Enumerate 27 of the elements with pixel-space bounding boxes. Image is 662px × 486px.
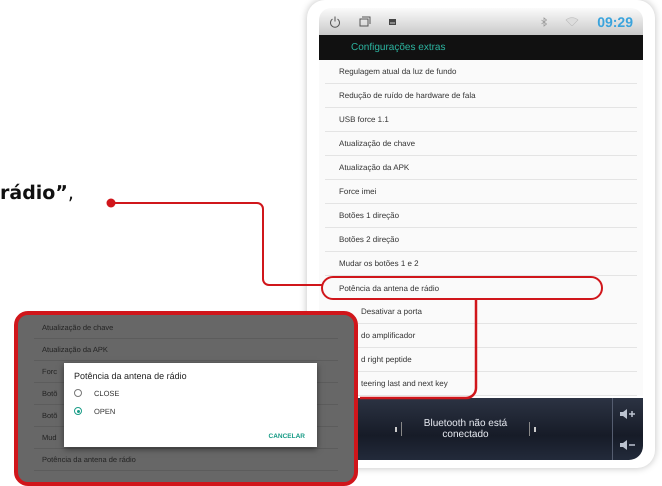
settings-item[interactable]: USB force 1.1 (325, 108, 637, 132)
clock-time: 09:29 (597, 14, 633, 30)
bluetooth-icon (541, 16, 548, 26)
settings-item[interactable]: Botões 1 direção (325, 204, 637, 228)
settings-item[interactable]: Botões 2 direção (325, 228, 637, 252)
settings-item[interactable]: Desativar a porta (355, 300, 637, 324)
recent-apps-icon[interactable] (359, 16, 371, 27)
power-icon[interactable] (329, 16, 341, 28)
volume-up-icon[interactable] (620, 408, 636, 418)
wifi-icon (565, 17, 580, 26)
image-icon[interactable] (389, 18, 396, 24)
radio-button[interactable] (74, 407, 82, 415)
settings-item[interactable]: Atualização de chave (325, 132, 637, 156)
level-marks-icon (528, 422, 536, 436)
level-marks-icon (394, 422, 402, 436)
settings-item[interactable]: Redução de ruído de hardware de fala (325, 84, 637, 108)
caption-text: rádio”, (0, 182, 74, 204)
settings-item[interactable]: Regulagem atual da luz de fundo (325, 60, 637, 84)
settings-item[interactable]: Mudar os botões 1 e 2 (325, 252, 637, 276)
dialog-title: Potência da antena de rádio (74, 371, 188, 381)
settings-item[interactable]: Atualização da APK (325, 156, 637, 180)
radio-button[interactable] (74, 389, 82, 397)
settings-item[interactable]: Potência da antena de rádio (321, 276, 603, 300)
screen-title: Configurações extras (351, 42, 446, 53)
settings-item[interactable]: Force imei (325, 180, 637, 204)
bluetooth-status-text: Bluetooth não está conectado (422, 418, 508, 440)
volume-down-icon[interactable] (620, 440, 636, 450)
